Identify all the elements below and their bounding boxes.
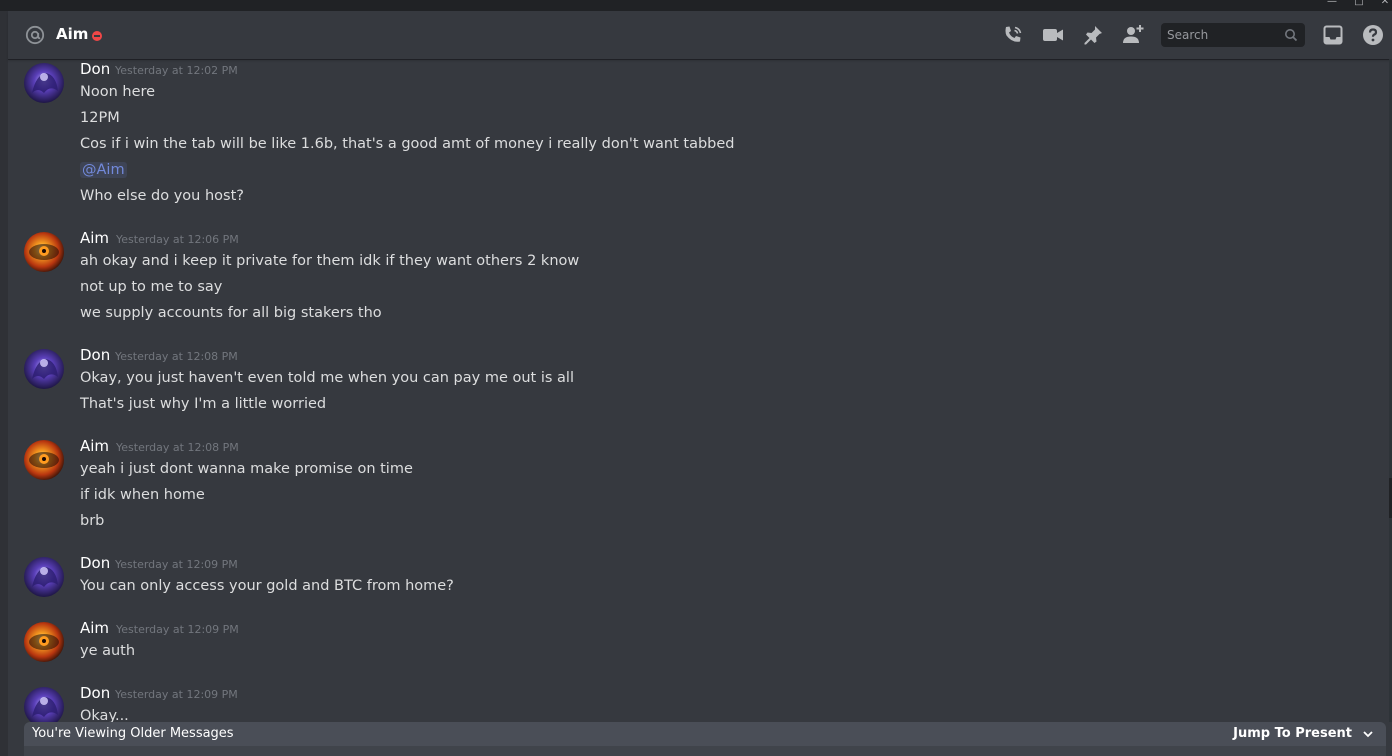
message-author[interactable]: Don (80, 554, 110, 572)
message-text: yeah i just dont wanna make promise on t… (80, 461, 413, 477)
avatar-image (24, 687, 64, 727)
message-author[interactable]: Don (80, 684, 110, 702)
message-composer[interactable] (24, 746, 1386, 756)
start-video-call-icon[interactable] (1041, 23, 1065, 47)
sidebar-edge (0, 11, 8, 756)
message-text: 12PM (80, 110, 120, 126)
search-input[interactable]: Search (1161, 23, 1305, 47)
don-avatar[interactable] (24, 687, 64, 727)
inbox-icon[interactable] (1321, 23, 1345, 47)
close-button[interactable]: ✕ (1378, 0, 1392, 9)
aim-avatar[interactable] (24, 622, 64, 662)
message-author[interactable]: Aim (80, 619, 109, 637)
don-avatar[interactable] (24, 63, 64, 103)
at-sign-icon (25, 25, 45, 45)
message-text: Who else do you host? (80, 188, 244, 204)
message-author[interactable]: Aim (80, 437, 109, 455)
avatar-image (24, 440, 64, 480)
message-text: we supply accounts for all big stakers t… (80, 305, 382, 321)
avatar-image (24, 232, 64, 272)
message-text: Noon here (80, 84, 156, 100)
add-friends-icon[interactable] (1121, 23, 1145, 47)
avatar-image (24, 557, 64, 597)
pinned-messages-icon[interactable] (1081, 23, 1105, 47)
start-voice-call-icon[interactable] (1001, 23, 1025, 47)
avatar-image (24, 622, 64, 662)
older-messages-notice: You're Viewing Older Messages (32, 726, 234, 741)
message-text: not up to me to say (80, 279, 223, 295)
message-timestamp: Yesterday at 12:09 PM (115, 688, 238, 701)
channel-title: Aim (56, 25, 89, 43)
status-dnd-icon (92, 31, 102, 41)
message-timestamp: Yesterday at 12:09 PM (116, 623, 239, 636)
message-text: That's just why I'm a little worried (80, 396, 327, 412)
message-text: Cos if i win the tab will be like 1.6b, … (80, 136, 735, 152)
message-text: if idk when home (80, 487, 205, 503)
don-avatar[interactable] (24, 557, 64, 597)
window-titlebar: — □ ✕ (0, 0, 1392, 11)
help-icon[interactable] (1361, 23, 1385, 47)
maximize-button[interactable]: □ (1352, 0, 1366, 9)
message-timestamp: Yesterday at 12:06 PM (116, 233, 239, 246)
message-text: ye auth (80, 643, 136, 659)
aim-avatar[interactable] (24, 232, 64, 272)
message-timestamp: Yesterday at 12:08 PM (116, 441, 239, 454)
avatar-image (24, 63, 64, 103)
message-timestamp: Yesterday at 12:09 PM (115, 558, 238, 571)
search-icon (1285, 29, 1298, 42)
message-author[interactable]: Aim (80, 229, 109, 247)
minimize-button[interactable]: — (1325, 0, 1339, 9)
don-avatar[interactable] (24, 349, 64, 389)
aim-avatar[interactable] (24, 440, 64, 480)
message-timestamp: Yesterday at 12:02 PM (115, 64, 238, 77)
channel-header: Aim Search (8, 11, 1392, 59)
search-placeholder: Search (1167, 28, 1209, 42)
avatar-image (24, 349, 64, 389)
message-text: ah okay and i keep it private for them i… (80, 253, 580, 269)
jump-to-present-button[interactable]: Jump To Present (1233, 726, 1352, 741)
user-mention[interactable]: @Aim (80, 162, 127, 178)
message-author[interactable]: Don (80, 346, 110, 364)
message-text: brb (80, 513, 105, 529)
message-author[interactable]: Don (80, 60, 110, 78)
message-timestamp: Yesterday at 12:08 PM (115, 350, 238, 363)
message-text: You can only access your gold and BTC fr… (80, 578, 454, 594)
chevron-down-icon[interactable] (1362, 728, 1374, 740)
message-text: Okay, you just haven't even told me when… (80, 370, 574, 386)
older-messages-bar: You're Viewing Older Messages Jump To Pr… (24, 722, 1386, 746)
